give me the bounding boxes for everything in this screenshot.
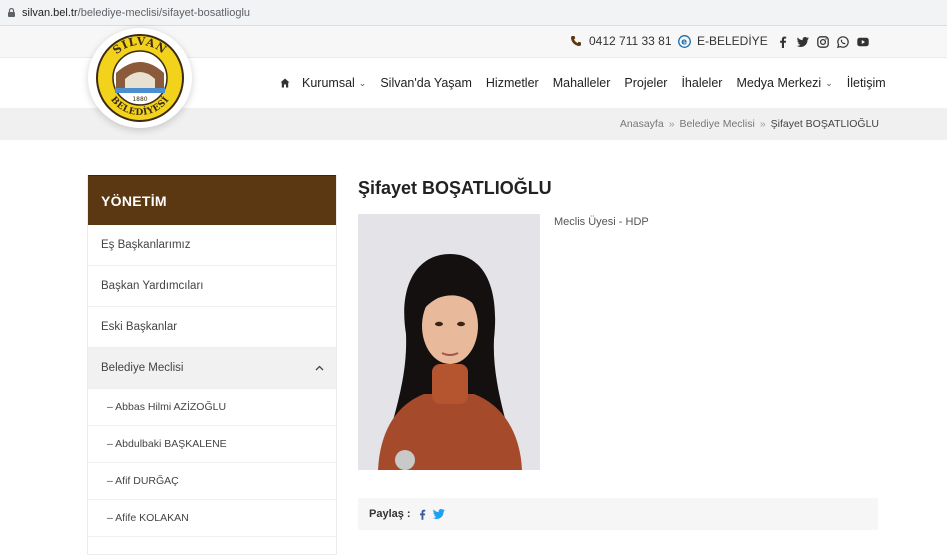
whatsapp-icon[interactable] xyxy=(836,35,849,48)
nav-item-silvanda-yasam[interactable]: Silvan'da Yaşam xyxy=(380,76,472,90)
browser-url-bar[interactable]: silvan.bel.tr/belediye-meclisi/sifayet-b… xyxy=(0,0,947,26)
nav-item-label: Silvan'da Yaşam xyxy=(380,76,472,90)
sidebar-subitem-afife-kolakan[interactable]: – Afife KOLAKAN xyxy=(88,500,336,537)
sidebar-item-belediye-meclisi[interactable]: Belediye Meclisi xyxy=(88,348,336,389)
share-bar: Paylaş : xyxy=(358,498,878,530)
url-domain: silvan.bel.tr xyxy=(22,6,78,19)
nav-item-label: İletişim xyxy=(846,76,886,90)
nav-item-iletisim[interactable]: İletişim xyxy=(847,76,886,90)
nav-item-label: Projeler xyxy=(624,76,668,90)
e-icon: e xyxy=(678,34,691,48)
phone-icon xyxy=(571,36,581,46)
chevron-down-icon: ⌄ xyxy=(358,77,367,88)
sidebar-subitem-label: – Afif DURĞAÇ xyxy=(107,475,179,487)
sidebar-item-eski-baskanlar[interactable]: Eski Başkanlar xyxy=(88,307,336,348)
sidebar-subitem-label: – Abbas Hilmi AZİZOĞLU xyxy=(107,401,227,413)
phone-number: 0412 711 33 81 xyxy=(589,34,672,48)
breadcrumb-home[interactable]: Anasayfa xyxy=(620,118,664,130)
facebook-icon[interactable] xyxy=(776,35,789,48)
nav-item-label: Medya Merkezi xyxy=(736,76,822,90)
sidebar-item-es-baskanlarimiz[interactable]: Eş Başkanlarımız xyxy=(88,225,336,266)
svg-text:e: e xyxy=(681,37,687,47)
phone-link[interactable]: 0412 711 33 81 xyxy=(570,34,672,48)
facebook-icon[interactable] xyxy=(419,509,426,520)
nav-item-label: Hizmetler xyxy=(485,76,539,90)
chevron-down-icon: ⌄ xyxy=(825,77,833,88)
silvan-belediyesi-logo[interactable]: SİLVAN BELEDİYESİ 1880 xyxy=(88,28,192,128)
sidebar-item-label: Eş Başkanlarımız xyxy=(101,239,191,251)
breadcrumb-separator: » xyxy=(668,118,675,130)
member-role: Meclis Üyesi - HDP xyxy=(554,216,649,228)
sidebar-subitem-abbas-hilmi-azizoglu[interactable]: – Abbas Hilmi AZİZOĞLU xyxy=(88,389,336,426)
breadcrumb-belediye-meclisi[interactable]: Belediye Meclisi xyxy=(680,118,755,130)
sidebar-item-label: Eski Başkanlar xyxy=(101,321,178,333)
breadcrumb: Anasayfa » Belediye Meclisi » Şifayet BO… xyxy=(620,118,879,130)
nav-item-hizmetler[interactable]: Hizmetler xyxy=(486,76,539,90)
sidebar-item-baskan-yardimcilari[interactable]: Başkan Yardımcıları xyxy=(88,266,336,307)
sidebar-subitem-afif-durgac[interactable]: – Afif DURĞAÇ xyxy=(88,463,336,500)
url-path: /belediye-meclisi/sifayet-bosatlioglu xyxy=(77,6,251,19)
share-label: Paylaş : xyxy=(369,508,411,520)
nav-item-mahalleler[interactable]: Mahalleler xyxy=(553,76,611,90)
ebelediye-link[interactable]: e E-BELEDİYE xyxy=(678,34,768,48)
lock-icon xyxy=(6,7,17,18)
ebelediye-label: E-BELEDİYE xyxy=(697,34,768,48)
breadcrumb-current: Şifayet BOŞATLIOĞLU xyxy=(770,118,879,130)
breadcrumb-separator: » xyxy=(759,118,766,130)
nav-item-label: İhaleler xyxy=(681,76,723,90)
chevron-up-icon xyxy=(315,362,324,374)
nav-item-medya-merkezi[interactable]: Medya Merkezi ⌄ xyxy=(736,76,832,90)
instagram-icon[interactable] xyxy=(816,35,829,48)
nav-item-projeler[interactable]: Projeler xyxy=(624,76,667,90)
social-links xyxy=(776,35,869,48)
youtube-icon[interactable] xyxy=(856,35,869,48)
sidebar-item-label: Başkan Yardımcıları xyxy=(101,280,204,292)
sidebar-subitem-label: – Afife KOLAKAN xyxy=(107,512,189,524)
logo-year: 1880 xyxy=(132,96,147,103)
sidebar-title: YÖNETİM xyxy=(88,175,336,225)
nav-item-kurumsal[interactable]: Kurumsal ⌄ xyxy=(302,76,366,90)
sidebar-item-label: Belediye Meclisi xyxy=(101,362,184,374)
home-icon[interactable] xyxy=(280,78,290,88)
sidebar-subitem-abdulbaki-baskalene[interactable]: – Abdulbaki BAŞKALENE xyxy=(88,426,336,463)
nav-item-label: Mahalleler xyxy=(552,76,611,90)
twitter-icon[interactable] xyxy=(796,35,809,48)
twitter-icon[interactable] xyxy=(432,509,445,519)
nav-item-label: Kurumsal xyxy=(302,76,355,90)
nav-item-ihaleler[interactable]: İhaleler xyxy=(681,76,722,90)
page-title: Şifayet BOŞATLIOĞLU xyxy=(358,178,552,198)
member-photo xyxy=(358,214,540,470)
main-nav: Kurumsal ⌄ Silvan'da Yaşam Hizmetler Maha… xyxy=(280,58,900,108)
sidebar: YÖNETİM Eş Başkanlarımız Başkan Yardımcı… xyxy=(87,175,337,555)
sidebar-subitem-label: – Abdulbaki BAŞKALENE xyxy=(107,438,227,450)
